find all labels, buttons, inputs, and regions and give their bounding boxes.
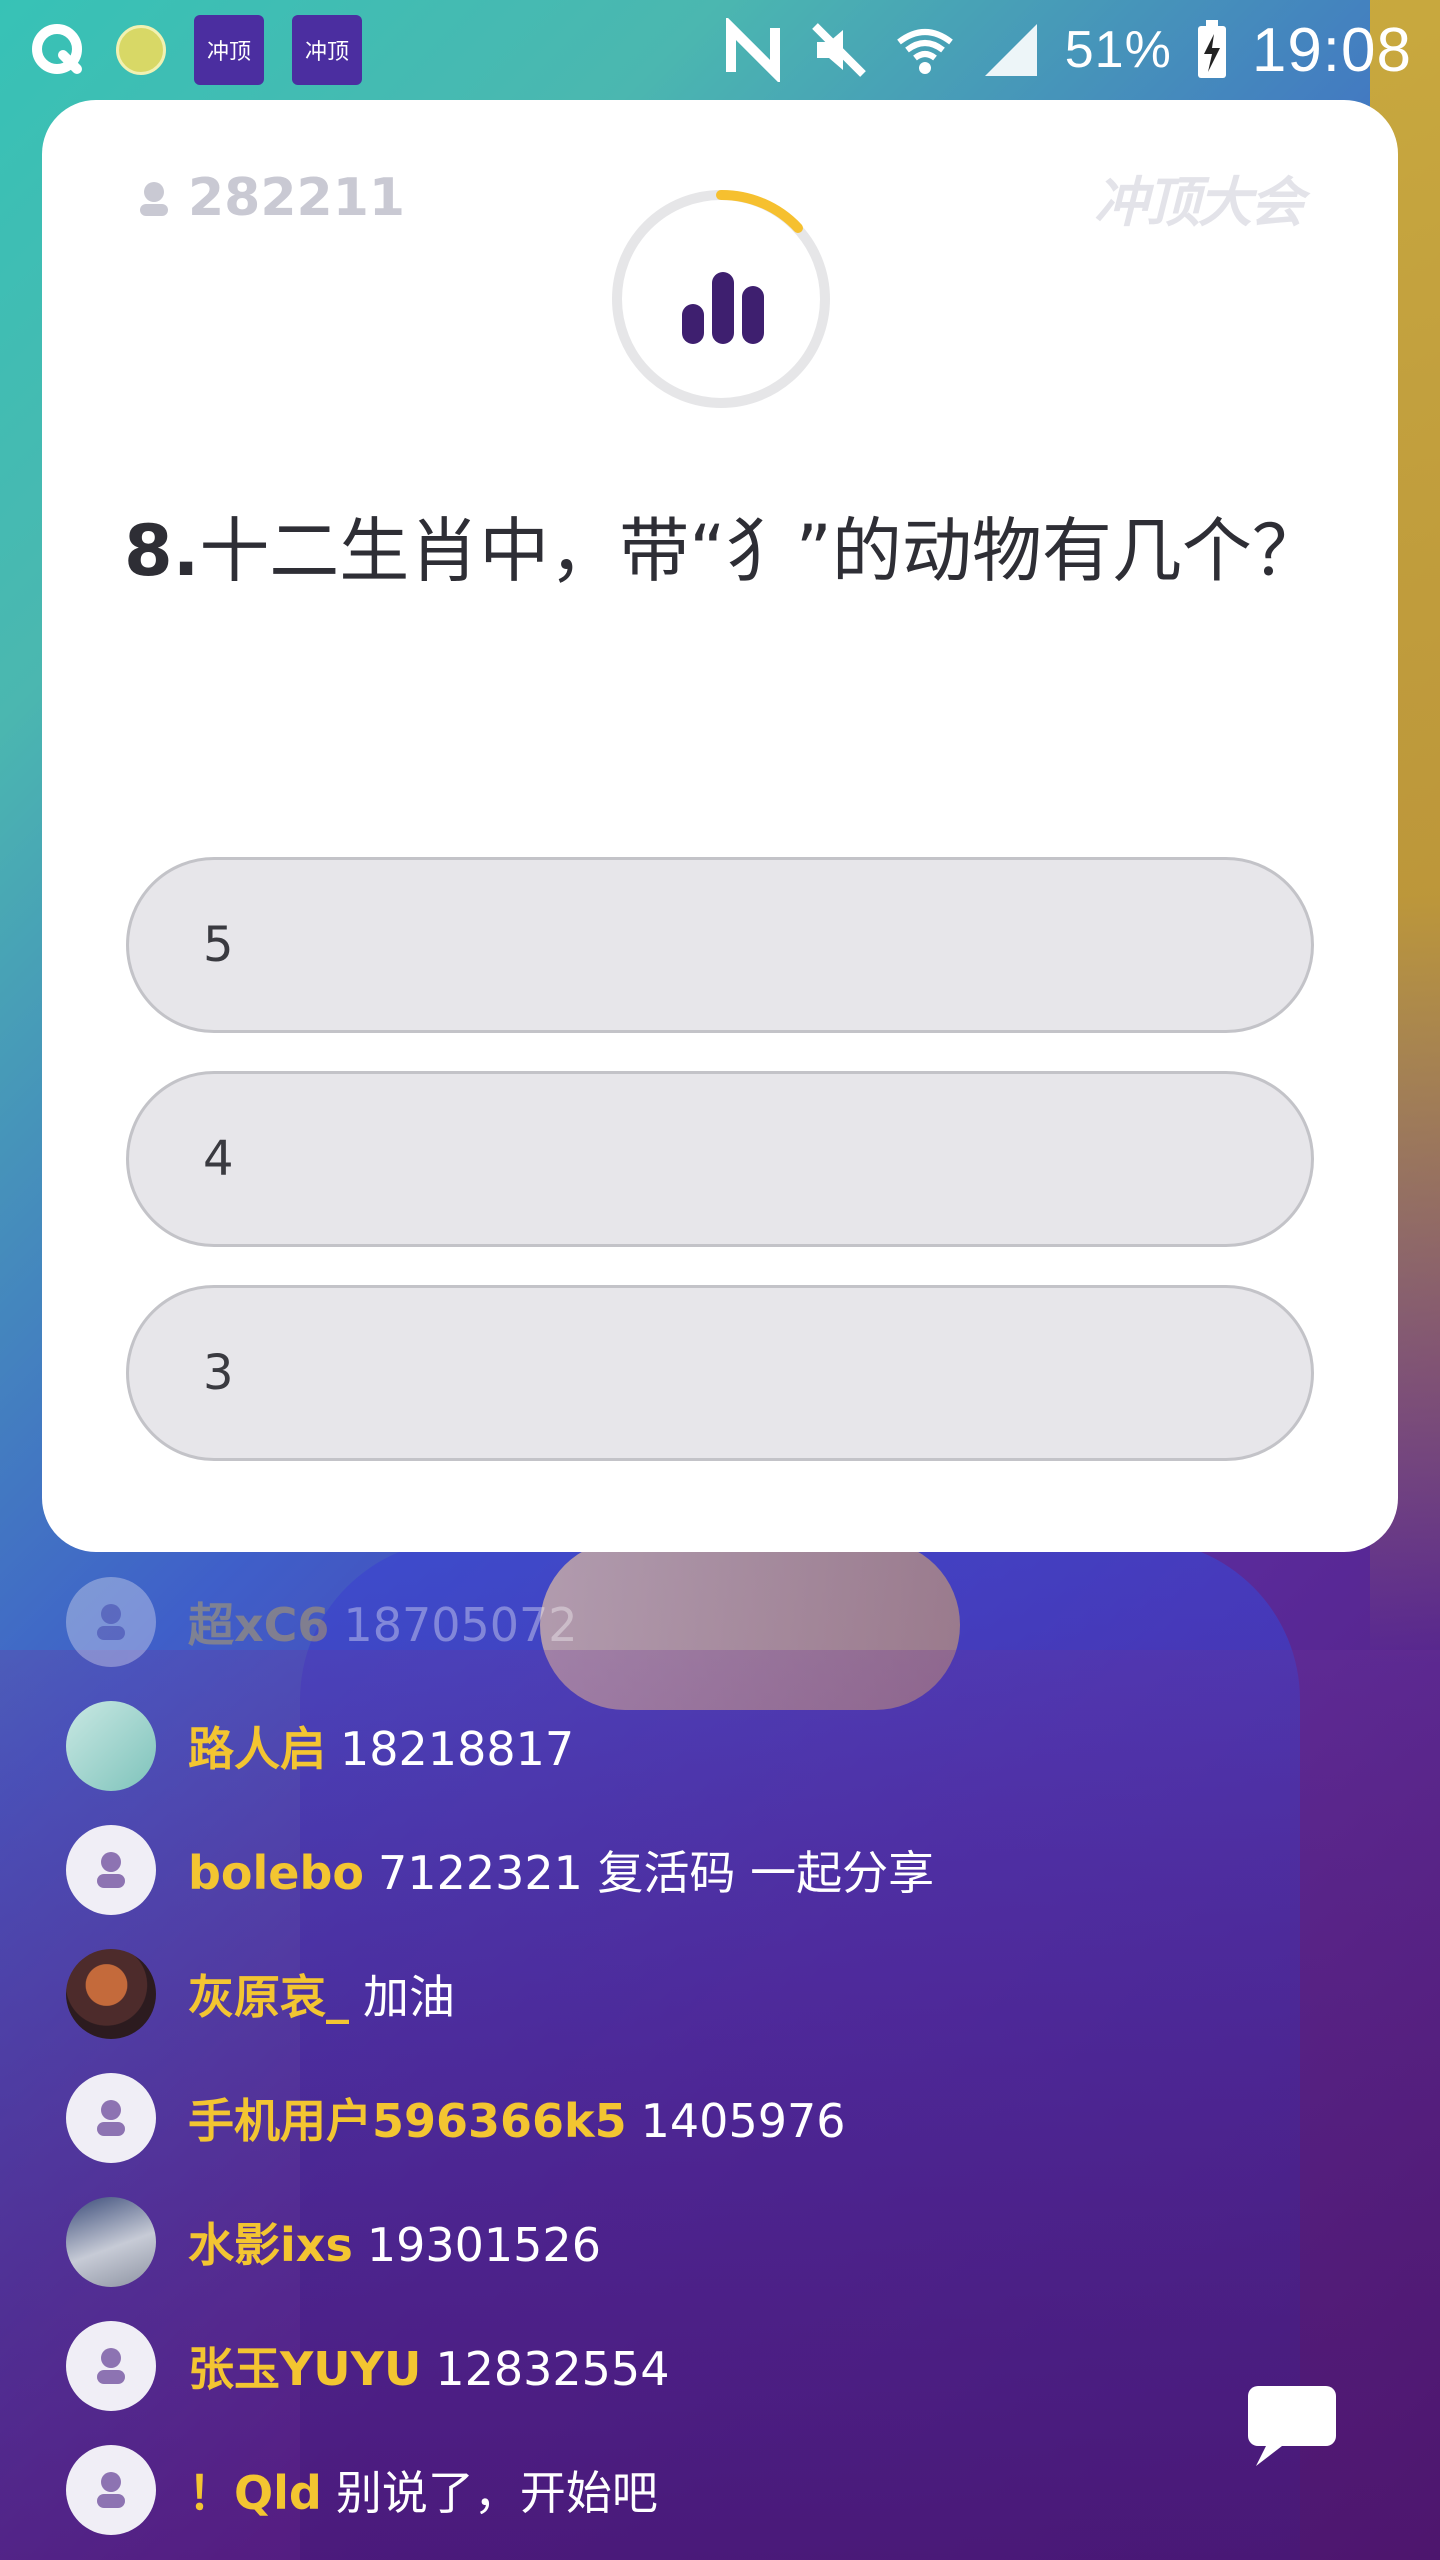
user-icon <box>140 182 168 216</box>
countdown-timer <box>612 189 830 408</box>
battery-charging-icon <box>1197 20 1226 78</box>
status-left: 冲顶 冲顶 <box>28 15 362 85</box>
chat-message: 超xC6 18705072 <box>188 1589 578 1655</box>
chat-text: 18705072 <box>343 1598 578 1652</box>
mute-icon <box>811 23 866 77</box>
avatar <box>66 2197 156 2287</box>
avatar <box>66 1701 156 1791</box>
chat-text: 加油 <box>363 1970 455 2024</box>
question-body: 十二生肖中，带“犭”的动物有几个？ <box>199 510 1322 592</box>
chat-username: 路人启 <box>188 1722 326 1776</box>
answer-option[interactable]: 5 <box>126 857 1314 1033</box>
nfc-icon <box>725 18 780 82</box>
question-number: 8. <box>124 510 200 592</box>
chat-item: bolebo 7122321 复活码 一起分享 <box>66 1808 1366 1932</box>
chat-text: 12832554 <box>435 2342 670 2396</box>
chat-text: 1405976 <box>640 2094 846 2148</box>
avatar <box>66 1949 156 2039</box>
avatar <box>66 2445 156 2535</box>
chat-item: ！Qld 别说了，开始吧 <box>66 2428 1366 2552</box>
avatar <box>66 1825 156 1915</box>
status-right: 51% 19:08 <box>721 15 1412 86</box>
chat-text: 别说了，开始吧 <box>335 2466 658 2520</box>
dot-icon <box>116 25 166 75</box>
chat-list: 超xC6 18705072 路人启 18218817 bolebo 7122321 复… <box>66 1560 1366 2552</box>
chat-text: 7122321 复活码 一起分享 <box>378 1846 935 1900</box>
viewer-count: 282211 <box>134 168 405 228</box>
question-card: 282211 冲顶大会 8.十二生肖中，带“犭”的动物有几个？ 5 4 3 <box>42 100 1398 1552</box>
status-bar: 冲顶 冲顶 51% 19:08 <box>0 0 1440 100</box>
chat-message: 手机用户596366k5 1405976 <box>188 2085 846 2151</box>
avatar <box>66 2073 156 2163</box>
chat-message: ！Qld 别说了，开始吧 <box>188 2457 658 2523</box>
viewer-count-value: 282211 <box>188 168 406 228</box>
chat-username: ！Qld <box>188 2466 322 2520</box>
app-icon: 冲顶 <box>194 15 264 85</box>
chat-item: 手机用户596366k5 1405976 <box>66 2056 1366 2180</box>
clock: 19:08 <box>1251 15 1412 85</box>
chat-item: 路人启 18218817 <box>66 1684 1366 1808</box>
brand-logo: 冲顶大会 <box>1094 170 1304 234</box>
answer-option[interactable]: 3 <box>126 1285 1314 1461</box>
chat-message: bolebo 7122321 复活码 一起分享 <box>188 1837 934 1903</box>
answer-options: 5 4 3 <box>126 857 1314 1461</box>
open-chat-button[interactable] <box>1242 2380 1342 2470</box>
chat-item: 水影ixs 19301526 <box>66 2180 1366 2304</box>
avatar <box>66 2321 156 2411</box>
answer-option[interactable]: 4 <box>126 1071 1314 1247</box>
chat-message: 水影ixs 19301526 <box>188 2209 601 2275</box>
battery-percent: 51% <box>1064 21 1172 79</box>
avatar <box>66 1577 156 1667</box>
chat-username: bolebo <box>188 1846 365 1900</box>
chat-username: 手机用户596366k5 <box>188 2094 627 2148</box>
chat-username: 灰原哀_ <box>188 1970 349 2024</box>
chat-message: 灰原哀_ 加油 <box>188 1961 455 2027</box>
signal-icon <box>984 24 1037 76</box>
chat-item: 超xC6 18705072 <box>66 1560 1366 1684</box>
chat-item: 灰原哀_ 加油 <box>66 1932 1366 2056</box>
app-icon: 冲顶 <box>292 15 362 85</box>
chat-username: 水影ixs <box>188 2218 353 2272</box>
chat-message: 路人启 18218817 <box>188 1713 574 1779</box>
chat-message: 张玉YUYU 12832554 <box>188 2333 669 2399</box>
question-text: 8.十二生肖中，带“犭”的动物有几个？ <box>124 490 1324 612</box>
chat-text: 19301526 <box>366 2218 601 2272</box>
q-icon <box>28 20 88 80</box>
chat-username: 超xC6 <box>188 1598 330 1652</box>
wifi-icon <box>896 29 953 74</box>
chat-username: 张玉YUYU <box>188 2342 422 2396</box>
chat-bubble-icon <box>1248 2386 1336 2466</box>
chat-text: 18218817 <box>340 1722 575 1776</box>
chat-item: 张玉YUYU 12832554 <box>66 2304 1366 2428</box>
